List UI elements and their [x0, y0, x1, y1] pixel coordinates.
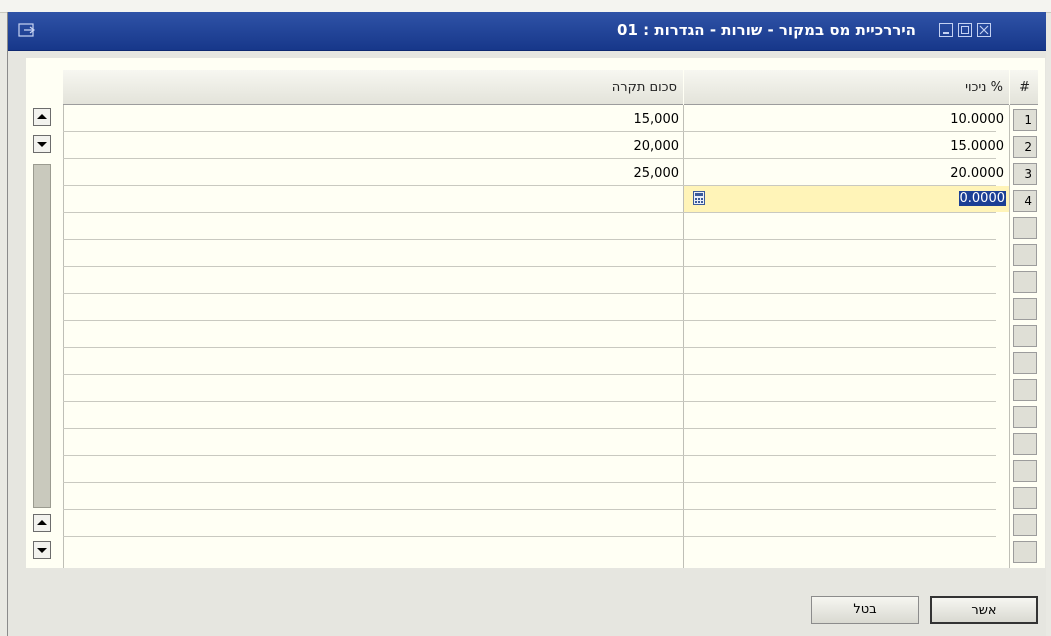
row-number-empty[interactable] — [1013, 433, 1037, 455]
cell-ceiling-amount[interactable]: 20,000 — [64, 139, 680, 154]
arrow-down-icon — [37, 142, 47, 147]
grid-vline — [1009, 105, 1010, 568]
grid-hline — [63, 509, 996, 510]
grid-hline — [63, 266, 996, 267]
title-bar[interactable]: היררכיית מס במקור - שורות - הגדרות : 01 — [8, 12, 1046, 51]
cancel-button[interactable]: בטל — [811, 596, 919, 624]
row-number-empty[interactable] — [1013, 217, 1037, 239]
grid-hline — [63, 131, 996, 132]
grid-hline — [63, 536, 996, 537]
column-header-row-number: # — [1010, 70, 1038, 105]
arrow-down-icon — [37, 548, 47, 553]
row-number-empty[interactable] — [1013, 352, 1037, 374]
ok-button[interactable]: אשר — [930, 596, 1038, 624]
calculator-icon[interactable] — [693, 191, 705, 205]
grid-vline — [683, 105, 684, 568]
grid-hline — [63, 347, 996, 348]
cell-deduction-pct[interactable]: 20.0000 — [685, 166, 1004, 181]
row-number-empty[interactable] — [1013, 487, 1037, 509]
row-number-empty[interactable] — [1013, 541, 1037, 563]
grid-hline — [63, 455, 996, 456]
cell-deduction-pct[interactable]: 15.0000 — [685, 139, 1004, 154]
grid-hline — [63, 374, 996, 375]
row-number-empty[interactable] — [1013, 514, 1037, 536]
scroll-down-bottom-button[interactable] — [33, 541, 51, 559]
grid-hline — [63, 482, 996, 483]
row-number[interactable]: 1 — [1013, 109, 1037, 131]
minimize-icon[interactable] — [939, 23, 953, 37]
row-number-empty[interactable] — [1013, 271, 1037, 293]
cell-ceiling-amount[interactable]: 15,000 — [64, 112, 680, 127]
cell-ceiling-amount[interactable]: 25,000 — [64, 166, 680, 181]
row-number-empty[interactable] — [1013, 460, 1037, 482]
grid-hline — [63, 158, 996, 159]
row-number-empty[interactable] — [1013, 379, 1037, 401]
column-header-deduction-pct[interactable]: % ניכוי — [684, 70, 1009, 105]
grid-hline — [63, 320, 996, 321]
row-number-empty[interactable] — [1013, 298, 1037, 320]
grid-hline — [63, 428, 996, 429]
scrollbar-thumb[interactable] — [33, 164, 51, 508]
scroll-down-top-button[interactable] — [33, 135, 51, 153]
grid-hline — [63, 401, 996, 402]
row-number-empty[interactable] — [1013, 325, 1037, 347]
cell-deduction-pct-active[interactable]: 0.0000 — [956, 191, 1006, 206]
menu-icon[interactable] — [18, 22, 36, 38]
scroll-up-bottom-button[interactable] — [33, 514, 51, 532]
arrow-up-icon — [37, 114, 47, 119]
grid-hline — [63, 239, 996, 240]
row-number[interactable]: 4 — [1013, 190, 1037, 212]
maximize-icon[interactable] — [958, 23, 972, 37]
column-header-ceiling-amount[interactable]: סכום תקרה — [63, 70, 683, 105]
close-icon[interactable] — [977, 23, 991, 37]
cell-deduction-pct[interactable]: 10.0000 — [685, 112, 1004, 127]
row-number-empty[interactable] — [1013, 406, 1037, 428]
selected-value[interactable]: 0.0000 — [958, 191, 1006, 206]
row-number[interactable]: 3 — [1013, 163, 1037, 185]
window-title: היררכיית מס במקור - שורות - הגדרות : 01 — [617, 21, 916, 39]
data-grid: סכום תקרה % ניכוי # 15,000 10.0000 1 20,… — [26, 58, 1045, 568]
scroll-up-top-button[interactable] — [33, 108, 51, 126]
row-number[interactable]: 2 — [1013, 136, 1037, 158]
row-number-empty[interactable] — [1013, 244, 1037, 266]
grid-hline — [63, 212, 996, 213]
arrow-up-icon — [37, 520, 47, 525]
grid-hline — [63, 293, 996, 294]
dialog-window: היררכיית מס במקור - שורות - הגדרות : 01 … — [7, 12, 1046, 636]
